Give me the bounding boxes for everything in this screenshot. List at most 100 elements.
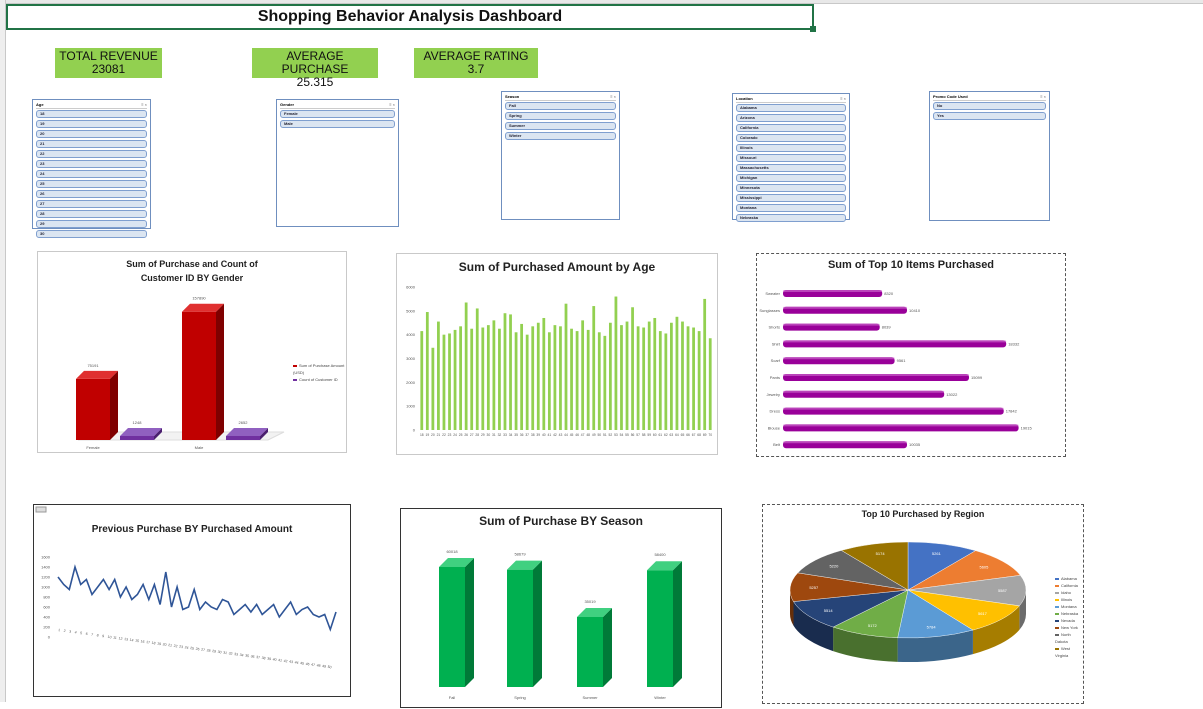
slicer-item[interactable]: Fall — [505, 102, 616, 110]
legend-entry: Montana — [1055, 603, 1083, 610]
x-tick-label: 38 — [531, 433, 535, 437]
slicer-season[interactable]: Season ≡ × Fall Spring Summer Winter — [501, 91, 620, 220]
bar — [420, 331, 424, 430]
bar — [459, 326, 462, 430]
clear-filter-icon[interactable]: ≡ × — [1040, 94, 1046, 100]
chart-previous-purchase[interactable]: Previous Purchase BY Purchased Amount 02… — [33, 504, 351, 697]
bar — [442, 334, 446, 430]
slicer-promo-code[interactable]: Promo Code Used ≡ × No Yes — [929, 91, 1050, 221]
x-tick-label: 45 — [570, 433, 574, 437]
slicer-item[interactable]: California — [736, 124, 846, 132]
x-tick-label: 10 — [107, 635, 112, 640]
slicer-item[interactable]: Montana — [736, 204, 846, 212]
slicer-item[interactable]: Arizona — [736, 114, 846, 122]
x-tick-label: 27 — [470, 433, 474, 437]
pie-chart-plot: 5261 5605 5587 5617 5784 5172 5514 5257 5220 5174 — [789, 541, 1027, 662]
legend-swatch — [1055, 577, 1059, 580]
x-tick-label: 29 — [212, 649, 217, 654]
legend-swatch — [1055, 591, 1059, 594]
slicer-item[interactable]: Male — [280, 120, 395, 128]
bar — [592, 306, 596, 430]
slicer-title: Gender — [280, 102, 295, 107]
slicer-header: Promo Code Used ≡ × — [933, 94, 1046, 101]
slicer-item[interactable]: Michigan — [736, 174, 846, 182]
slicer-item[interactable]: 28 — [36, 210, 147, 218]
chart-top-items[interactable]: Sum of Top 10 Items Purchased Sweater 832… — [756, 253, 1066, 457]
kpi-label: AVERAGE PURCHASE — [281, 49, 349, 76]
legend-label: Illinois — [1061, 597, 1073, 602]
bar — [577, 616, 603, 687]
bar — [692, 327, 695, 430]
x-tick-label: 69 — [703, 433, 707, 437]
slicer-item[interactable]: Summer — [505, 122, 616, 130]
slicer-item[interactable]: 27 — [36, 200, 147, 208]
bar — [182, 311, 216, 440]
x-tick-label: 48 — [316, 663, 321, 668]
x-tick-label: 55 — [625, 433, 629, 437]
slicer-item[interactable]: Missouri — [736, 154, 846, 162]
clear-filter-icon[interactable]: ≡ × — [141, 102, 147, 108]
slicer-item[interactable]: Winter — [505, 132, 616, 140]
slicer-location[interactable]: Location ≡ × Alabama Arizona California Color… — [732, 93, 850, 222]
chart-season[interactable]: Sum of Purchase BY Season 60018 Fall 58679… — [400, 508, 722, 708]
season-chart-plot: 60018 Fall 58679 Spring 35019 Summer 58400 Wint… — [439, 549, 682, 700]
slicer-item[interactable]: 29 — [36, 220, 147, 228]
slicer-item[interactable]: 19 — [36, 120, 147, 128]
bar — [486, 325, 490, 430]
slicer-title: Season — [505, 94, 520, 99]
clear-filter-icon[interactable]: ≡ × — [610, 94, 616, 100]
slicer-item[interactable]: Massachusetts — [736, 164, 846, 172]
slicer-item[interactable]: Colorado — [736, 134, 846, 142]
resize-handle[interactable] — [810, 26, 816, 32]
chart-region[interactable]: Top 10 Purchased by Region 5261 5605 5587 5… — [762, 504, 1084, 704]
x-tick-label: 38 — [261, 656, 266, 661]
data-label: 5172 — [868, 623, 878, 628]
x-tick-label: 50 — [597, 433, 601, 437]
legend-entry: Alabama — [1055, 575, 1083, 582]
slicer-item[interactable]: No — [933, 102, 1046, 110]
slicer-item[interactable]: 20 — [36, 130, 147, 138]
data-label: 19015 — [1021, 425, 1033, 430]
data-label: 18332 — [1008, 341, 1020, 346]
clear-filter-icon[interactable]: ≡ × — [840, 96, 846, 102]
x-tick-label: 45 — [300, 661, 305, 666]
slicer-age[interactable]: Age ≡ × 18 19 20 21 22 23 24 25 26 27 28 29 30 — [32, 99, 151, 238]
slicer-item[interactable]: 18 — [36, 110, 147, 118]
bar — [636, 326, 640, 430]
slicer-item[interactable]: Mississippi — [736, 194, 846, 202]
slicer-item[interactable]: 22 — [36, 150, 147, 158]
x-tick-label: 34 — [509, 433, 513, 437]
slicer-item[interactable]: Nebraska — [736, 214, 846, 222]
slicer-item[interactable]: Yes — [933, 112, 1046, 120]
slicer-item[interactable]: Spring — [505, 112, 616, 120]
dashboard-title[interactable]: Shopping Behavior Analysis Dashboard — [6, 4, 816, 32]
slicer-item[interactable]: 21 — [36, 140, 147, 148]
kpi-value: 3.7 — [467, 62, 485, 76]
clear-filter-icon[interactable]: ≡ × — [389, 102, 395, 108]
slicer-item[interactable]: Minnesota — [736, 184, 846, 192]
bar — [507, 569, 533, 687]
y-tick-label: 800 — [43, 595, 50, 600]
chart-gender[interactable]: Sum of Purchase and Count of Customer ID… — [37, 251, 347, 453]
slicer-item[interactable]: 24 — [36, 170, 147, 178]
slicer-item[interactable]: 26 — [36, 190, 147, 198]
slicer-item[interactable]: Alabama — [736, 104, 846, 112]
slicer-item[interactable]: Illinois — [736, 144, 846, 152]
x-tick-label: 42 — [553, 433, 557, 437]
x-tick-label: 43 — [289, 660, 294, 665]
category-label: Male — [195, 445, 204, 450]
slicer-item[interactable]: Female — [280, 110, 395, 118]
legend-swatch — [1055, 619, 1059, 622]
data-label: 2652 — [239, 420, 249, 425]
slicer-item[interactable]: 25 — [36, 180, 147, 188]
x-tick-label: 20 — [431, 433, 435, 437]
x-tick-label: 18 — [420, 433, 424, 437]
slicer-item[interactable]: 30 — [36, 230, 147, 238]
slicer-gender[interactable]: Gender ≡ × Female Male — [276, 99, 399, 227]
category-label: Spring — [514, 695, 526, 700]
chart-age[interactable]: Sum of Purchased Amount by Age 0 1000 2000… — [396, 253, 718, 455]
slicer-item[interactable]: 23 — [36, 160, 147, 168]
age-chart-plot: 010002000300040005000600018 19 20 21 22 23 24 2… — [406, 285, 712, 438]
x-tick-label: 6 — [85, 632, 88, 636]
legend-label: Count of Customer ID — [299, 377, 338, 382]
